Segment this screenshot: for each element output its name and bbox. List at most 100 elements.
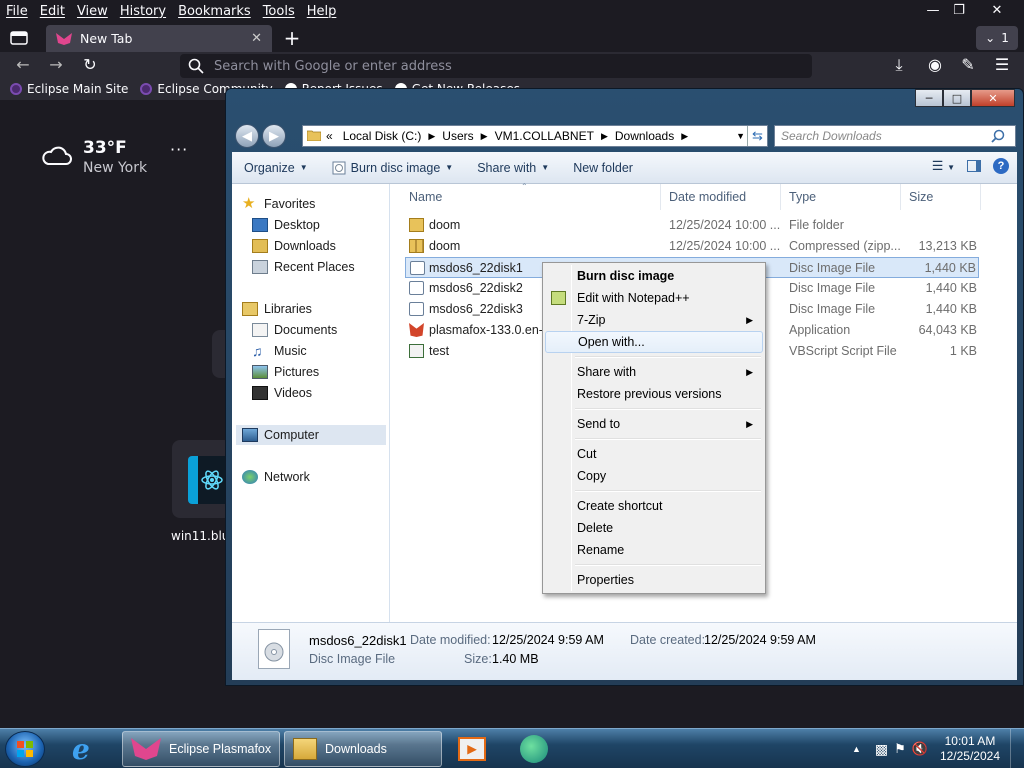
menu-create-shortcut[interactable]: Create shortcut xyxy=(545,495,763,517)
breadcrumb-vm1[interactable]: VM1.COLLABNET xyxy=(490,129,599,143)
menu-cut[interactable]: Cut xyxy=(545,443,763,465)
action-center-icon[interactable]: ⚑ xyxy=(894,741,906,757)
breadcrumb-local-disk[interactable]: Local Disk (C:) xyxy=(338,129,427,143)
reload-button[interactable]: ↻ xyxy=(79,55,101,75)
tab-close-icon[interactable]: ✕ xyxy=(251,31,262,46)
column-type[interactable]: Type xyxy=(781,184,901,210)
column-date-modified[interactable]: Date modified xyxy=(661,184,781,210)
clock[interactable]: 10:01 AM 12/25/2024 xyxy=(940,734,1000,764)
menu-burn-disc-image[interactable]: Burn disc image xyxy=(545,265,763,287)
browser-restore-button[interactable]: ❐ xyxy=(942,0,976,20)
menu-view[interactable]: View xyxy=(71,4,114,19)
file-row[interactable]: doom 12/25/2024 10:00 ... Compressed (zi… xyxy=(405,236,979,257)
downloads-icon[interactable]: ⤓ xyxy=(888,55,910,75)
breadcrumb-users[interactable]: Users xyxy=(437,129,478,143)
search-icon xyxy=(991,129,1005,143)
column-size[interactable]: Size xyxy=(901,184,981,210)
bookmark-eclipse-main[interactable]: Eclipse Main Site xyxy=(6,82,132,96)
account-icon[interactable]: ◉ xyxy=(924,55,946,75)
change-view-icon[interactable]: ☰ ▼ xyxy=(932,158,955,174)
explorer-search-box[interactable] xyxy=(774,125,1016,147)
menu-file[interactable]: File xyxy=(0,4,34,19)
taskbar-downloads[interactable]: Downloads xyxy=(284,731,442,767)
explorer-close-button[interactable]: ✕ xyxy=(971,89,1015,107)
nav-favorites[interactable]: ★ Favorites xyxy=(242,194,315,214)
nav-pictures[interactable]: Pictures xyxy=(252,362,319,382)
weather-widget[interactable]: 33°F New York ··· xyxy=(40,138,220,182)
desktop-icon xyxy=(252,218,268,232)
menu-edit[interactable]: Edit xyxy=(34,4,71,19)
menu-rename[interactable]: Rename xyxy=(545,539,763,561)
preview-pane-icon[interactable] xyxy=(967,160,981,172)
explorer-forward-button[interactable]: ▶ xyxy=(262,124,286,148)
burn-disc-image-button[interactable]: Burn disc image ▼ xyxy=(320,152,466,183)
extensions-icon[interactable]: ✎ xyxy=(957,55,979,75)
nav-documents[interactable]: Documents xyxy=(252,320,337,340)
breadcrumb-separator-icon[interactable]: ▶ xyxy=(599,131,610,142)
menu-delete[interactable]: Delete xyxy=(545,517,763,539)
nav-recent-places[interactable]: Recent Places xyxy=(252,257,355,277)
menu-properties[interactable]: Properties xyxy=(545,569,763,591)
file-row[interactable]: doom 12/25/2024 10:00 ... File folder xyxy=(405,215,979,236)
menu-copy[interactable]: Copy xyxy=(545,465,763,487)
menu-tools[interactable]: Tools xyxy=(257,4,301,19)
show-desktop-button[interactable] xyxy=(1010,729,1024,768)
menu-bookmarks[interactable]: Bookmarks xyxy=(172,4,257,19)
share-with-button[interactable]: Share with ▼ xyxy=(465,152,561,183)
forward-button[interactable]: → xyxy=(45,55,67,75)
taskbar-plasmafox[interactable]: Eclipse Plasmafox xyxy=(122,731,280,767)
column-name[interactable]: Name ⌃ xyxy=(401,182,661,210)
breadcrumb-separator-icon[interactable]: ▶ xyxy=(426,131,437,142)
help-icon[interactable]: ? xyxy=(993,158,1009,174)
tab-list-button[interactable]: ⌄ 1 xyxy=(976,26,1018,50)
menu-send-to[interactable]: Send to ▶ xyxy=(545,413,763,435)
menu-edit-notepad[interactable]: Edit with Notepad++ xyxy=(545,287,763,309)
organize-button[interactable]: Organize ▼ xyxy=(232,152,320,183)
nav-network[interactable]: Network xyxy=(242,467,310,487)
nav-videos[interactable]: Videos xyxy=(252,383,312,403)
media-player-button[interactable]: ▶ xyxy=(450,731,502,767)
tab-new-tab[interactable]: New Tab ✕ xyxy=(46,25,272,52)
nav-computer[interactable]: Computer xyxy=(236,425,386,445)
explorer-address-bar[interactable]: « Local Disk (C:) ▶ Users ▶ VM1.COLLABNE… xyxy=(302,125,768,147)
firefox-view-icon[interactable] xyxy=(6,26,32,50)
explorer-back-button[interactable]: ◀ xyxy=(235,124,259,148)
nav-desktop[interactable]: Desktop xyxy=(252,215,320,235)
weather-more-icon[interactable]: ··· xyxy=(170,140,188,159)
new-folder-button[interactable]: New folder xyxy=(561,152,645,183)
url-input[interactable] xyxy=(214,58,794,74)
explorer-minimize-button[interactable]: ─ xyxy=(915,89,943,107)
new-tab-button[interactable]: + xyxy=(280,27,304,51)
menu-separator xyxy=(575,564,761,566)
explorer-window-controls: ─ □ ✕ xyxy=(915,89,1015,107)
nav-libraries[interactable]: Libraries xyxy=(242,299,312,319)
tray-expand-icon[interactable]: ▲ xyxy=(852,744,861,754)
file-type: Disc Image File xyxy=(789,302,876,316)
volume-muted-icon[interactable]: 🔇 xyxy=(912,741,928,757)
breadcrumb-separator-icon[interactable]: ▶ xyxy=(479,131,490,142)
breadcrumb-downloads[interactable]: Downloads xyxy=(610,129,679,143)
nav-music[interactable]: ♫ Music xyxy=(252,341,307,361)
app-menu-icon[interactable]: ☰ xyxy=(991,55,1013,75)
address-bar[interactable] xyxy=(180,54,812,78)
menu-7zip[interactable]: 7-Zip ▶ xyxy=(545,309,763,331)
breadcrumb-overflow[interactable]: « xyxy=(321,129,338,143)
menu-restore-versions[interactable]: Restore previous versions xyxy=(545,383,763,405)
network-status-icon[interactable]: ▩ xyxy=(875,741,888,758)
new-folder-label: New folder xyxy=(573,160,633,175)
nav-downloads[interactable]: Downloads xyxy=(252,236,336,256)
address-dropdown-icon[interactable]: ▼ xyxy=(736,126,745,146)
explorer-search-input[interactable] xyxy=(781,129,991,143)
internet-explorer-button[interactable]: e xyxy=(64,731,116,767)
menu-share-with[interactable]: Share with ▶ xyxy=(545,361,763,383)
app-launcher-button[interactable] xyxy=(512,731,564,767)
breadcrumb-separator-icon[interactable]: ▶ xyxy=(679,131,690,142)
menu-help[interactable]: Help xyxy=(301,4,343,19)
menu-history[interactable]: History xyxy=(114,4,172,19)
refresh-icon[interactable]: ⇆ xyxy=(747,126,767,146)
start-button[interactable] xyxy=(5,731,45,767)
menu-open-with[interactable]: Open with... xyxy=(545,331,763,353)
explorer-maximize-button[interactable]: □ xyxy=(943,89,971,107)
browser-close-button[interactable]: ✕ xyxy=(980,0,1014,20)
back-button[interactable]: ← xyxy=(12,55,34,75)
